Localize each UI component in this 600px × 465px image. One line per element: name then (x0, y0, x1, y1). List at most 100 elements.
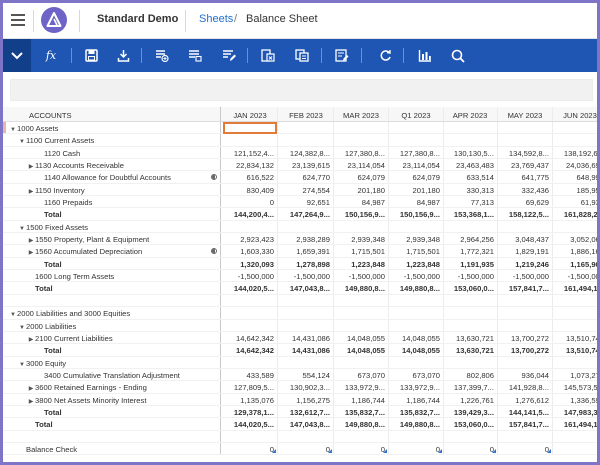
value-cell[interactable]: 1,186,744 (334, 393, 389, 405)
value-cell[interactable]: 1,278,898 (279, 257, 334, 270)
fx-icon[interactable]: fx (39, 39, 63, 72)
value-cell[interactable] (553, 295, 597, 306)
expand-toggle-icon[interactable]: ▶ (27, 336, 35, 343)
value-cell[interactable]: 147,264,9... (279, 208, 334, 220)
value-cell[interactable]: 121,152,4... (223, 146, 278, 159)
save-icon[interactable] (79, 39, 103, 72)
expand-toggle-icon[interactable]: ▶ (27, 163, 35, 170)
value-cell[interactable]: 1,223,848 (389, 257, 444, 270)
value-cell[interactable]: 77,313 (443, 196, 498, 208)
value-cell[interactable]: 69,629 (498, 196, 553, 208)
value-cell[interactable] (553, 122, 597, 133)
value-cell[interactable]: 2,938,289 (279, 233, 334, 245)
value-cell[interactable]: 23,114,054 (389, 159, 444, 171)
value-cell[interactable]: 1,320,093 (223, 257, 278, 270)
value-cell[interactable]: 130,902,3... (279, 381, 334, 393)
value-cell[interactable] (498, 356, 553, 368)
value-cell[interactable]: -1,500,000 (279, 270, 334, 282)
download-icon[interactable] (111, 39, 135, 72)
value-cell[interactable] (553, 431, 597, 442)
value-cell[interactable]: 23,463,483 (443, 159, 498, 171)
value-cell[interactable]: 0 (223, 442, 278, 455)
value-cell[interactable]: 1,191,935 (443, 257, 498, 270)
half-circle-info-icon[interactable] (211, 174, 217, 181)
value-cell[interactable]: 13,700,272 (498, 344, 553, 356)
column-header[interactable]: JUN 2023 (553, 107, 597, 121)
value-cell[interactable]: 433,589 (223, 368, 278, 381)
value-cell[interactable]: 127,380,8... (334, 146, 389, 159)
value-cell[interactable] (443, 307, 498, 319)
value-cell[interactable]: 133,972,9... (389, 381, 444, 393)
value-cell[interactable] (334, 294, 389, 307)
value-cell[interactable]: 830,409 (223, 183, 278, 196)
value-cell[interactable]: 22,834,132 (223, 159, 278, 171)
value-cell[interactable]: 130,130,5... (443, 146, 498, 159)
value-cell[interactable] (443, 122, 498, 134)
value-cell[interactable] (389, 307, 444, 319)
insert-rows-icon[interactable] (150, 39, 174, 72)
value-cell[interactable]: 673,070 (334, 368, 389, 381)
value-cell[interactable]: 139,429,3... (443, 405, 498, 418)
column-header[interactable]: MAR 2023 (334, 107, 389, 121)
value-cell[interactable]: 274,554 (279, 183, 334, 196)
value-cell[interactable]: 133,972,9... (334, 381, 389, 393)
value-cell[interactable] (498, 430, 553, 442)
value-cell[interactable]: 153,060,0... (443, 418, 498, 430)
value-cell[interactable]: 3,048,437 (498, 233, 553, 245)
insert-cols-icon[interactable] (183, 39, 207, 72)
value-cell[interactable]: 150,156,9... (389, 208, 444, 220)
value-cell[interactable] (279, 134, 334, 146)
value-cell[interactable] (389, 134, 444, 146)
value-cell[interactable]: -1,500,000 (498, 270, 553, 282)
value-cell[interactable] (553, 221, 597, 232)
value-cell[interactable] (389, 319, 444, 331)
value-cell[interactable]: -1,500,000 (553, 270, 597, 281)
value-cell[interactable]: 14,642,342 (223, 344, 278, 356)
value-cell[interactable]: 201,180 (334, 183, 389, 196)
value-cell[interactable] (389, 220, 444, 233)
value-cell[interactable]: 1,829,191 (498, 245, 553, 257)
value-cell[interactable] (553, 307, 597, 318)
value-cell[interactable] (279, 319, 334, 331)
value-cell[interactable]: 153,368,1... (443, 208, 498, 220)
formula-input[interactable] (10, 79, 593, 101)
value-cell[interactable]: 201,180 (389, 183, 444, 196)
value-cell[interactable] (279, 122, 334, 134)
value-cell[interactable] (279, 430, 334, 442)
value-cell[interactable] (279, 220, 334, 233)
value-cell[interactable]: 14,048,055 (334, 331, 389, 344)
value-cell[interactable]: 84,987 (334, 196, 389, 208)
value-cell[interactable]: 1,715,501 (334, 245, 389, 257)
value-cell[interactable]: 673,070 (389, 368, 444, 381)
value-cell[interactable]: 144,020,5... (223, 282, 278, 294)
value-cell[interactable]: 157,841,7... (498, 418, 553, 430)
copy-icon[interactable] (290, 39, 314, 72)
value-cell[interactable]: 84,987 (389, 196, 444, 208)
value-cell[interactable] (498, 134, 553, 146)
value-cell[interactable]: 3,052,063 (553, 233, 597, 244)
value-cell[interactable]: 138,192,6... (553, 147, 597, 158)
value-cell[interactable] (553, 320, 597, 331)
value-cell[interactable] (334, 122, 389, 134)
value-cell[interactable]: 127,380,8... (389, 146, 444, 159)
hamburger-menu-icon[interactable] (11, 14, 25, 26)
value-cell[interactable] (443, 220, 498, 233)
value-cell[interactable]: 134,592,8... (498, 146, 553, 159)
value-cell[interactable] (334, 307, 389, 319)
value-cell[interactable]: 141,928,8... (498, 381, 553, 393)
value-cell[interactable]: 144,141,5... (498, 405, 553, 418)
value-cell[interactable]: -1,500,000 (443, 270, 498, 282)
value-cell[interactable] (443, 430, 498, 442)
value-cell[interactable]: 624,079 (334, 171, 389, 183)
value-cell[interactable]: 14,431,086 (279, 344, 334, 356)
value-cell[interactable]: 158,122,5... (498, 208, 553, 220)
value-cell[interactable]: 936,044 (498, 368, 553, 381)
collapse-toggle-icon[interactable]: ▼ (9, 127, 17, 133)
column-header[interactable]: Q1 2023 (389, 107, 444, 121)
value-cell[interactable]: 23,139,615 (279, 159, 334, 171)
value-cell[interactable]: 144,020,5... (223, 418, 278, 430)
value-cell[interactable]: 185,955 (553, 184, 597, 195)
value-cell[interactable]: 624,770 (279, 171, 334, 183)
value-cell[interactable]: 132,612,7... (279, 405, 334, 418)
value-cell[interactable] (334, 220, 389, 233)
